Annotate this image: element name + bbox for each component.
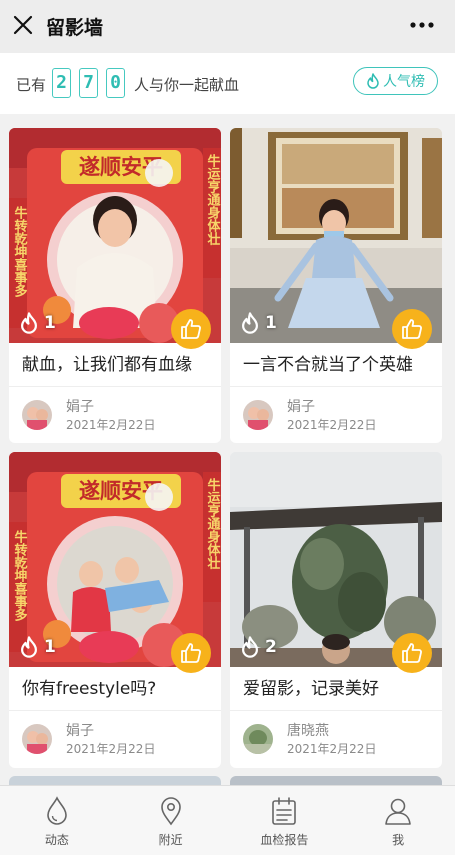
post-card[interactable]: 2 爱留影，记录美好 唐晓燕 2021年2月22日 — [230, 452, 442, 768]
thumbs-up-icon — [402, 319, 422, 339]
author-name: 娟子 — [287, 399, 315, 415]
avatar[interactable] — [243, 400, 273, 430]
author-name: 娟子 — [66, 399, 94, 415]
tab-blood-report[interactable]: 血检报告 — [228, 786, 342, 855]
counter-digit: 7 — [79, 68, 98, 98]
flame-icon — [242, 636, 258, 658]
bottom-tab-bar: 动态 附近 血检报告 我 — [0, 785, 455, 855]
photo-side-left-text: 牛转乾坤喜事多 — [12, 529, 28, 622]
person-icon — [385, 798, 411, 825]
tab-label: 我 — [392, 833, 405, 847]
tab-feed[interactable]: 动态 — [0, 786, 114, 855]
flame-icon — [21, 636, 37, 658]
like-count: 1 — [19, 636, 56, 658]
photo-side-left-text: 牛转乾坤喜事多 — [12, 205, 28, 298]
popularity-rank-button[interactable]: 人气榜 — [353, 67, 438, 95]
calendar-report-icon — [272, 797, 297, 825]
tab-label: 动态 — [44, 833, 69, 847]
like-count: 2 — [240, 636, 277, 658]
tab-label: 血检报告 — [260, 833, 309, 847]
author-name: 唐晓燕 — [287, 723, 329, 739]
post-date: 2021年2月22日 — [66, 742, 156, 756]
post-date: 2021年2月22日 — [287, 742, 377, 756]
post-card[interactable]: 遂顺安平 牛转乾坤喜事多 牛运亨通身体壮 1 你有freestyle吗? 娟子 … — [9, 452, 221, 768]
like-button[interactable] — [171, 309, 211, 349]
thumbs-up-icon — [181, 319, 201, 339]
counter-digit: 0 — [106, 68, 125, 98]
drop-icon — [47, 796, 67, 825]
thumbs-up-icon — [402, 643, 422, 663]
top-bar: 留影墙 — [0, 0, 455, 53]
flame-icon — [21, 312, 37, 334]
photo-side-right-text: 牛运亨通身体壮 — [205, 153, 221, 245]
like-button[interactable] — [392, 633, 432, 673]
like-count-value: 1 — [265, 313, 277, 333]
post-date: 2021年2月22日 — [287, 418, 377, 432]
close-icon[interactable] — [12, 14, 34, 36]
like-button[interactable] — [392, 309, 432, 349]
author-name: 娟子 — [66, 723, 94, 739]
tab-label: 附近 — [158, 833, 183, 847]
card-divider — [230, 386, 442, 387]
like-count: 1 — [240, 312, 277, 334]
like-count-value: 1 — [44, 313, 56, 333]
card-divider — [230, 710, 442, 711]
tab-me[interactable]: 我 — [341, 786, 455, 855]
counter-suffix: 人与你一起献血 — [134, 76, 240, 94]
flame-icon — [242, 312, 258, 334]
location-pin-icon — [160, 797, 181, 826]
post-card[interactable]: 1 一言不合就当了个英雄 娟子 2021年2月22日 — [230, 128, 442, 443]
counter-digit: 2 — [52, 68, 71, 98]
post-caption: 一言不合就当了个英雄 — [243, 355, 413, 375]
thumbs-up-icon — [181, 643, 201, 663]
page-title: 留影墙 — [46, 17, 104, 39]
donor-counter-bar: 已有 2 7 0 人与你一起献血 人气榜 — [0, 53, 455, 114]
card-divider — [9, 710, 221, 711]
photo-side-right-text: 牛运亨通身体壮 — [205, 477, 221, 569]
post-caption: 爱留影，记录美好 — [243, 679, 379, 699]
post-card[interactable]: 遂顺安平 牛转乾坤喜事多 牛运亨通身体壮 1 献血，让我们都有血缘 娟子 202… — [9, 128, 221, 443]
avatar[interactable] — [243, 724, 273, 754]
post-caption: 你有freestyle吗? — [22, 679, 157, 699]
counter-prefix: 已有 — [16, 76, 47, 94]
more-icon[interactable] — [409, 16, 435, 34]
popularity-rank-label: 人气榜 — [383, 74, 425, 90]
avatar[interactable] — [22, 400, 52, 430]
like-count-value: 1 — [44, 637, 56, 657]
like-count-value: 2 — [265, 637, 277, 657]
card-divider — [9, 386, 221, 387]
avatar[interactable] — [22, 724, 52, 754]
post-caption: 献血，让我们都有血缘 — [22, 355, 192, 375]
flame-icon — [367, 73, 379, 89]
like-count: 1 — [19, 312, 56, 334]
like-button[interactable] — [171, 633, 211, 673]
tab-nearby[interactable]: 附近 — [114, 786, 228, 855]
post-date: 2021年2月22日 — [66, 418, 156, 432]
